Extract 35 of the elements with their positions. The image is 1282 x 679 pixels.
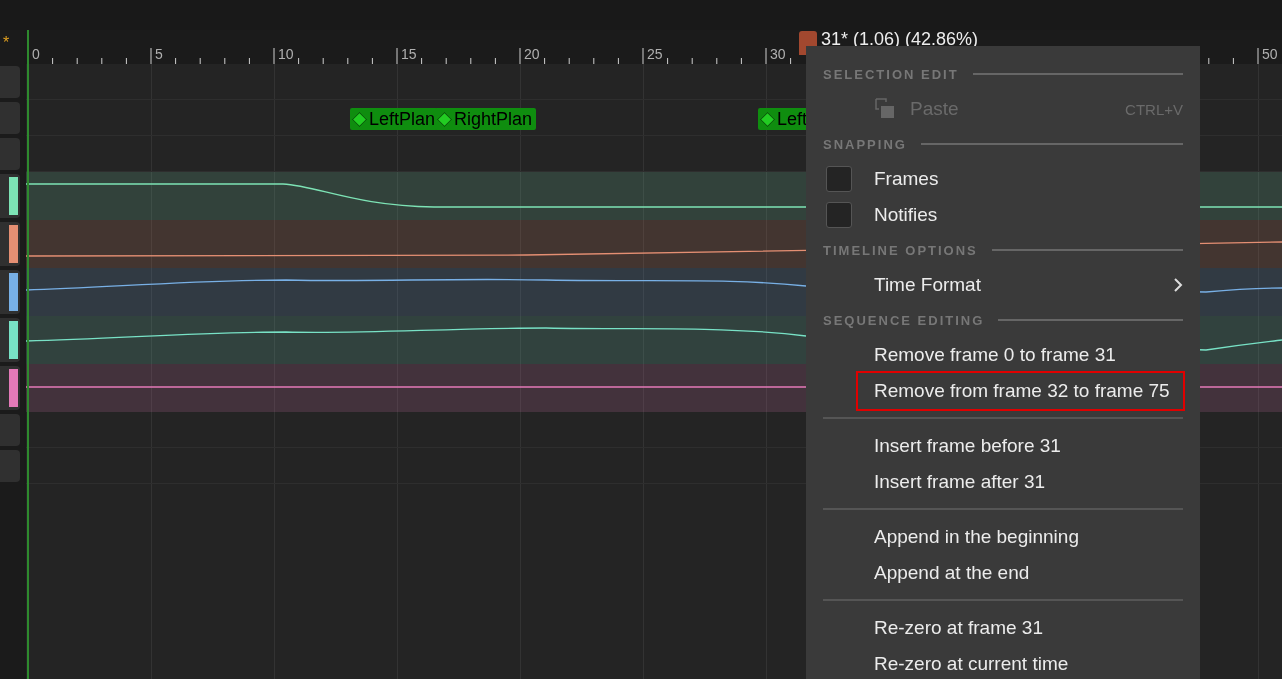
section-heading: SELECTION EDIT xyxy=(823,66,959,82)
frame-label: 20 xyxy=(524,46,540,62)
menu-item[interactable]: Re-zero at frame 31 xyxy=(823,610,1183,646)
track-button[interactable] xyxy=(0,318,20,362)
track-button[interactable] xyxy=(0,270,20,314)
section-heading: SEQUENCE EDITING xyxy=(823,312,985,328)
menu-item[interactable]: Remove from frame 32 to frame 75 xyxy=(858,373,1183,409)
menu-item[interactable]: Remove frame 0 to frame 31 xyxy=(823,337,1183,373)
menu-item[interactable]: Append at the end xyxy=(823,555,1183,591)
notify-marker[interactable]: RightPlan xyxy=(435,108,536,130)
track-button[interactable] xyxy=(0,174,20,218)
modified-marker: * xyxy=(3,36,10,50)
frame-label: 50 xyxy=(1262,46,1278,62)
checkbox[interactable] xyxy=(826,202,852,228)
chevron-right-icon xyxy=(1173,277,1183,293)
checkbox[interactable] xyxy=(826,166,852,192)
frame-label: 0 xyxy=(32,46,40,62)
track-button[interactable] xyxy=(0,366,20,410)
menu-item[interactable]: Frames xyxy=(823,161,1183,197)
section-heading: SNAPPING xyxy=(823,136,907,152)
frame-label: 30 xyxy=(770,46,786,62)
frame-label: 15 xyxy=(401,46,417,62)
track-button[interactable] xyxy=(0,222,20,266)
menu-item[interactable]: Re-zero at current time xyxy=(823,646,1183,679)
notify-marker[interactable]: LeftPlan xyxy=(350,108,438,130)
frame-label: 25 xyxy=(647,46,663,62)
frame-label: 5 xyxy=(155,46,163,62)
submenu-item[interactable]: Time Format xyxy=(823,267,1183,303)
copy-icon xyxy=(875,98,897,120)
section-heading: TIMELINE OPTIONS xyxy=(823,242,978,258)
menu-item[interactable]: Insert frame after 31 xyxy=(823,464,1183,500)
frame-label: 10 xyxy=(278,46,294,62)
menu-item[interactable]: Append in the beginning xyxy=(823,519,1183,555)
menu-item[interactable]: Insert frame before 31 xyxy=(823,428,1183,464)
menu-item[interactable]: Notifies xyxy=(823,197,1183,233)
